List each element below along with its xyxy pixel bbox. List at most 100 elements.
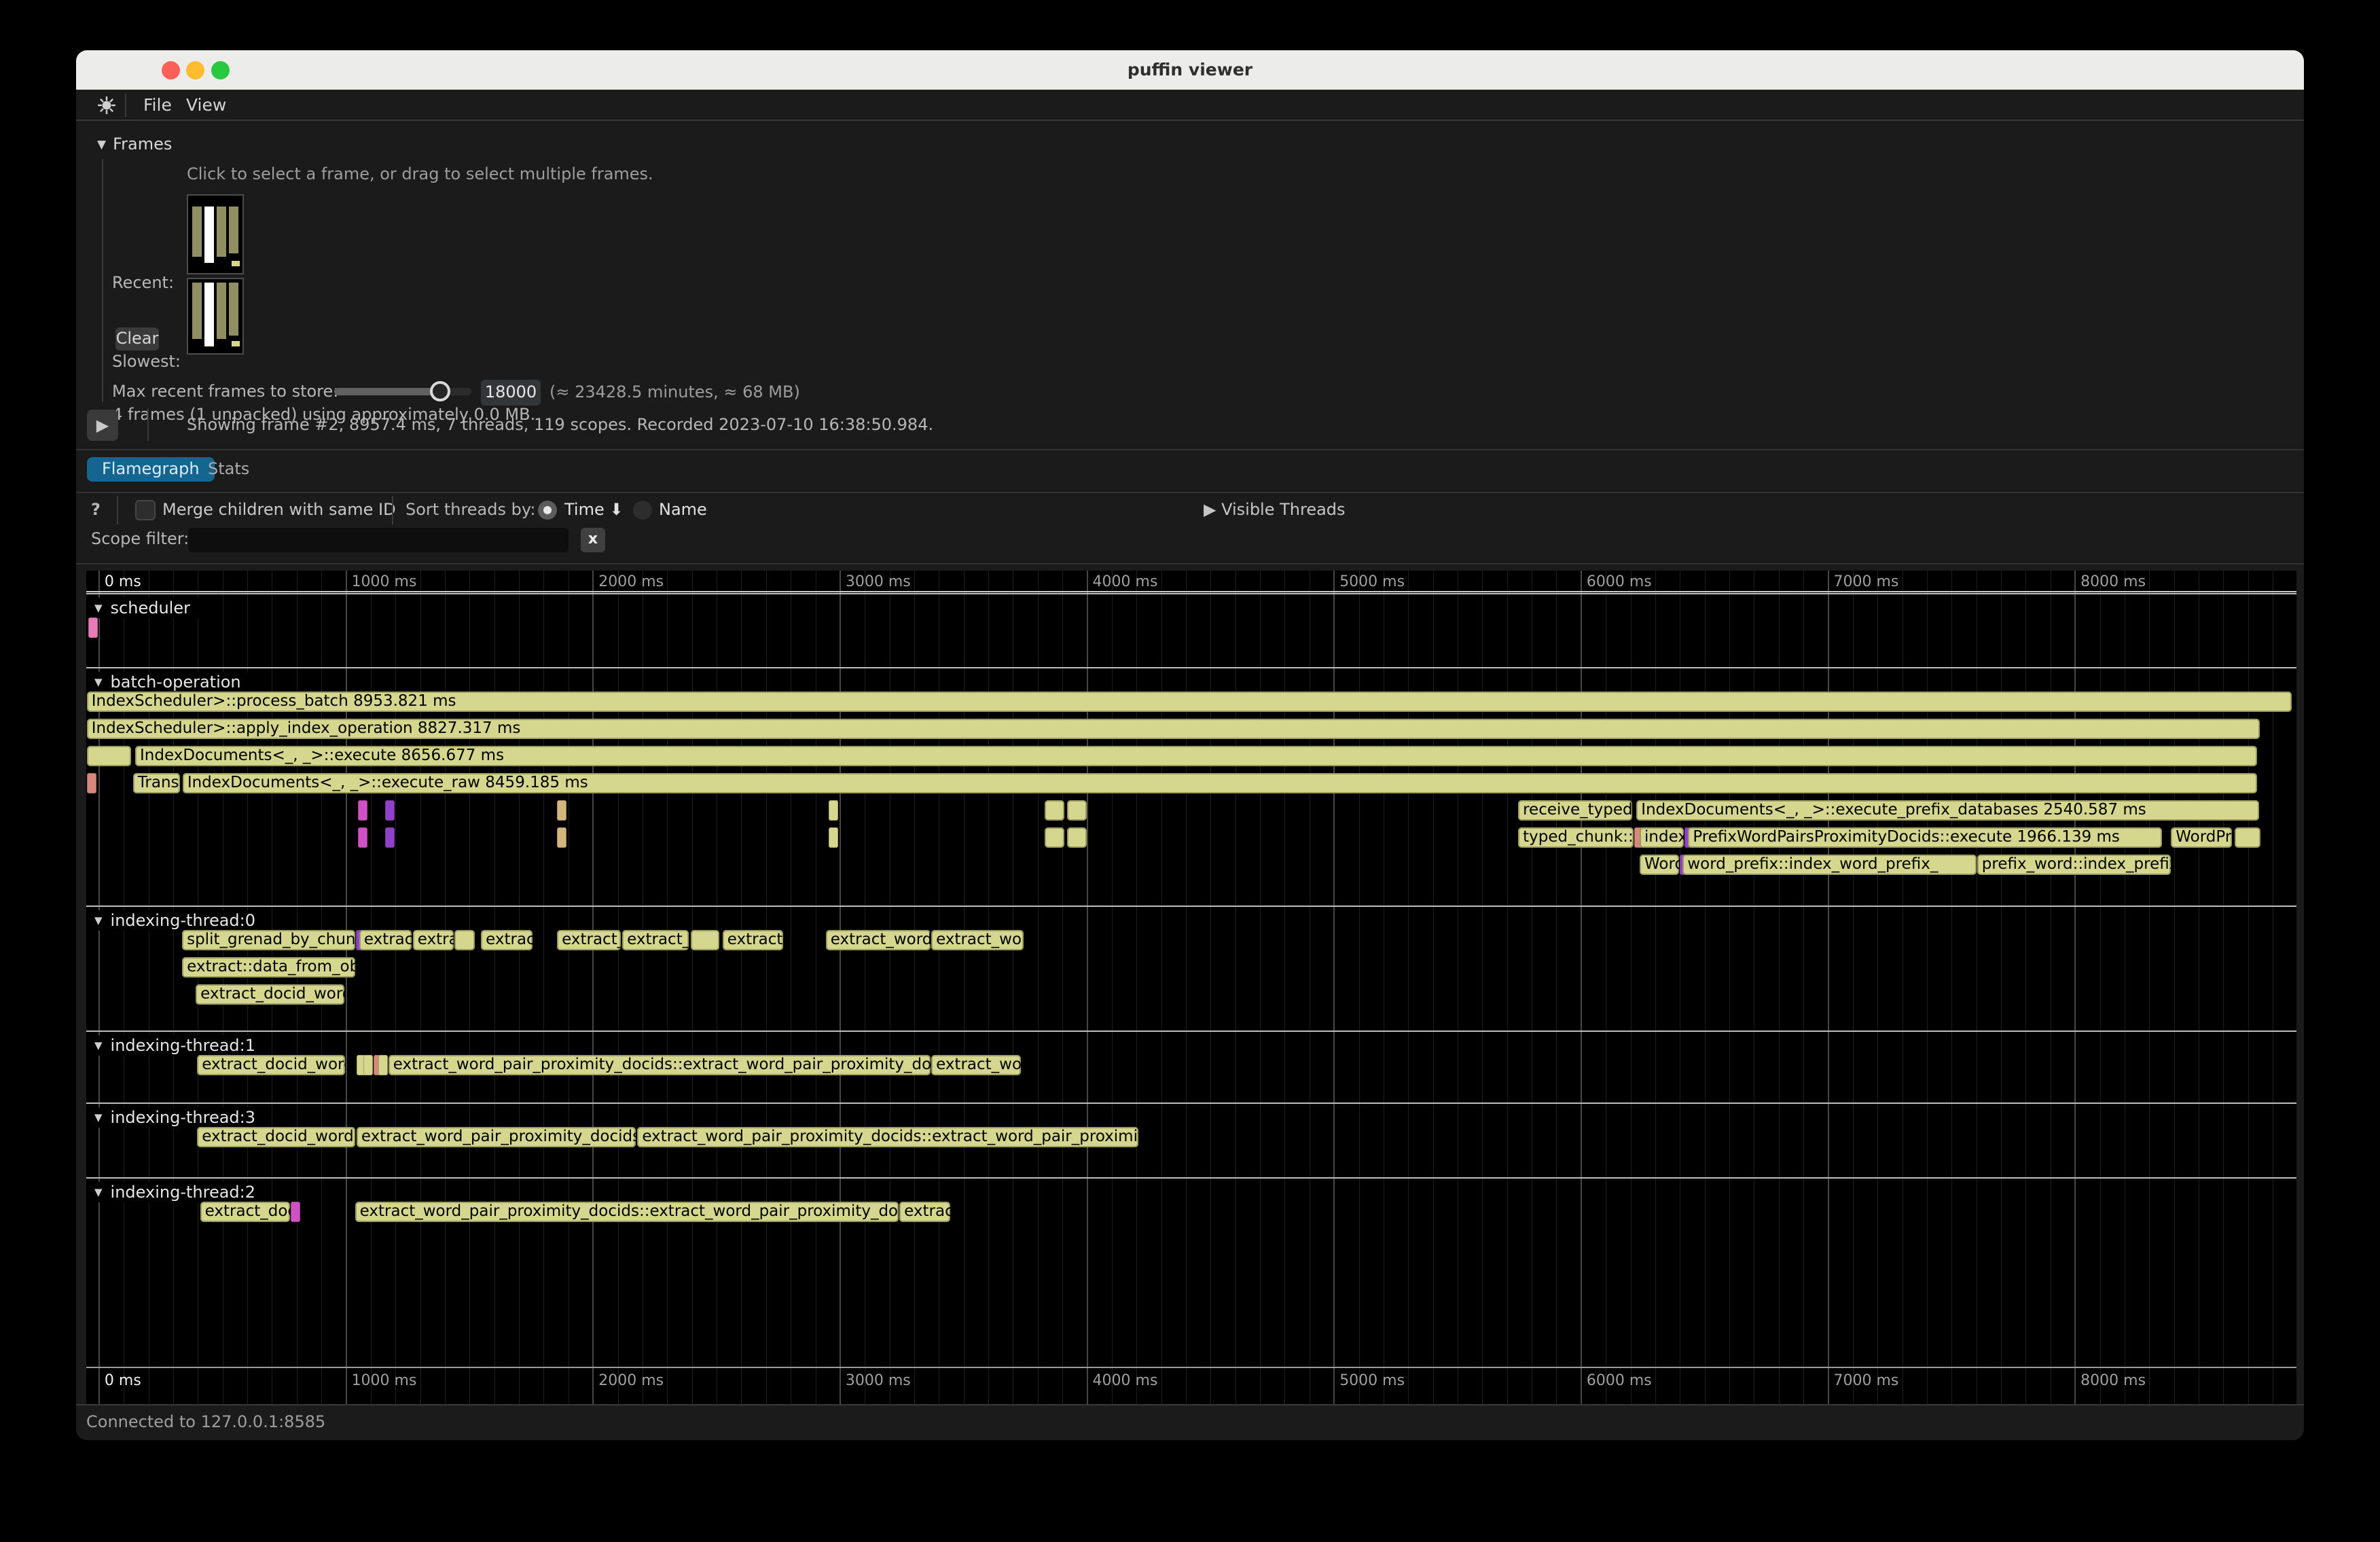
flame-bar[interactable]: extract_docid_word — [196, 984, 344, 1005]
frame-bar[interactable] — [204, 283, 214, 346]
frame-marker — [232, 341, 240, 346]
title-bar[interactable]: puffin viewer — [76, 50, 2304, 90]
thread-header-scheduler[interactable]: ▼scheduler — [89, 598, 201, 618]
flame-bar[interactable] — [363, 1055, 373, 1075]
flame-bar[interactable]: index — [1640, 827, 1684, 848]
flame-bar[interactable]: extract_ — [622, 930, 689, 950]
flame-bar[interactable]: extract — [359, 930, 412, 950]
flame-bar[interactable]: IndexScheduler>::apply_index_operation 8… — [87, 719, 2260, 739]
flame-bar[interactable]: extrac — [481, 930, 533, 950]
frame-bar[interactable] — [217, 283, 226, 339]
menu-view[interactable]: View — [186, 90, 226, 121]
clear-filter-button[interactable]: x — [581, 528, 605, 552]
sort-by-time-radio[interactable] — [538, 501, 557, 520]
slider-handle[interactable] — [430, 381, 450, 401]
flame-bar[interactable] — [454, 930, 475, 950]
help-button[interactable]: ? — [91, 500, 101, 519]
thread-header-indexing-thread-0[interactable]: ▼indexing-thread:0 — [89, 910, 266, 931]
flamegraph-canvas[interactable]: 0 ms0 ms1000 ms1000 ms2000 ms2000 ms3000… — [86, 571, 2296, 1404]
visible-threads-toggle[interactable]: ▶ Visible Threads — [1204, 500, 1346, 519]
flame-bar[interactable]: Word — [1640, 855, 1679, 875]
frame-bar[interactable] — [204, 207, 214, 263]
flame-bar[interactable]: IndexDocuments<_, _>::execute_prefix_dat… — [1636, 800, 2258, 821]
flame-bar[interactable] — [87, 746, 131, 766]
frame-bar[interactable] — [217, 207, 226, 257]
play-button[interactable]: ▶ — [87, 410, 118, 441]
flame-bar[interactable] — [1067, 800, 1087, 821]
flame-bar[interactable] — [557, 827, 566, 848]
sort-by-name-label[interactable]: Name — [659, 500, 707, 519]
flame-bar[interactable] — [2235, 827, 2260, 848]
tab-flamegraph[interactable]: Flamegraph — [87, 457, 215, 482]
scope-filter-input[interactable] — [188, 528, 569, 552]
axis-tick-label: 0 ms — [105, 573, 141, 590]
theme-toggle-sun-icon[interactable] — [97, 96, 116, 115]
flame-bar[interactable]: extra — [413, 930, 454, 950]
flame-bar[interactable]: split_grenad_by_chun — [182, 930, 355, 950]
flame-bar[interactable] — [385, 800, 395, 821]
collapse-triangle-icon: ▼ — [94, 1039, 103, 1052]
axis-tick-label: 8000 ms — [2080, 1372, 2146, 1389]
axis-tick-label: 4000 ms — [1093, 1372, 1158, 1389]
sort-by-time-label[interactable]: Time ⬇ — [564, 500, 623, 519]
flame-bar[interactable]: extract_word_pair_proximity_docids — [357, 1127, 636, 1147]
flame-bar[interactable]: extract_ — [557, 930, 621, 950]
frame-bar[interactable] — [192, 283, 202, 339]
flame-bar[interactable]: extract_docid_word — [197, 1055, 344, 1075]
flame-bar[interactable] — [291, 1202, 300, 1222]
sort-by-name-radio[interactable] — [633, 501, 652, 520]
menu-divider — [125, 94, 126, 117]
clear-button[interactable]: Clear — [115, 327, 159, 351]
max-frames-slider[interactable] — [334, 388, 471, 395]
flame-bar[interactable] — [1067, 827, 1087, 848]
flame-bar[interactable]: PrefixWordPairsProximityDocids::execute … — [1688, 827, 2161, 848]
flame-bar[interactable] — [691, 930, 719, 950]
frames-section-header[interactable]: ▼Frames — [97, 135, 172, 154]
thread-header-indexing-thread-1[interactable]: ▼indexing-thread:1 — [89, 1035, 266, 1056]
flame-bar[interactable]: receive_typed_ — [1518, 800, 1632, 821]
flame-bar[interactable]: IndexDocuments<_, _>::execute_raw 8459.1… — [183, 773, 2257, 793]
flame-bar[interactable] — [385, 827, 395, 848]
flame-bar[interactable]: typed_chunk::w — [1518, 827, 1634, 848]
flame-bar[interactable] — [557, 800, 566, 821]
flame-bar[interactable]: extract_docid_word — [197, 1127, 355, 1147]
flame-bar[interactable]: extract_word_pair_proximity_docids::extr… — [389, 1055, 931, 1075]
axis-tick-label: 0 ms — [105, 1372, 141, 1389]
frame-bar[interactable] — [229, 207, 238, 253]
merge-children-checkbox[interactable] — [135, 500, 156, 520]
flame-bar[interactable] — [1045, 827, 1064, 848]
flame-bar[interactable] — [378, 1055, 388, 1075]
flame-bar[interactable]: extract_wo — [931, 1055, 1021, 1075]
frame-bar[interactable] — [229, 283, 238, 336]
flame-bar[interactable]: IndexScheduler>::process_batch 8953.821 … — [87, 692, 2292, 712]
thread-header-indexing-thread-3[interactable]: ▼indexing-thread:3 — [89, 1107, 266, 1128]
flame-bar[interactable] — [829, 800, 838, 821]
thread-header-batch-operation[interactable]: ▼batch-operation — [89, 672, 252, 692]
flame-bar[interactable]: extract::data_from_ob — [182, 957, 355, 978]
flame-bar[interactable] — [358, 827, 367, 848]
flame-bar[interactable] — [1045, 800, 1064, 821]
flame-bar[interactable] — [829, 827, 838, 848]
frame-bar[interactable] — [192, 207, 202, 257]
flame-bar[interactable]: IndexDocuments<_, _>::execute 8656.677 m… — [135, 746, 2257, 766]
slowest-frames-thumbnail[interactable] — [187, 278, 244, 355]
flame-bar[interactable]: extrac — [899, 1202, 950, 1222]
tab-stats[interactable]: Stats — [208, 457, 249, 482]
flame-bar[interactable]: extract_word_pair_proximity_docids::extr… — [637, 1127, 1138, 1147]
flame-bar[interactable]: extract_word — [826, 930, 931, 950]
flame-bar[interactable]: extract_doc — [200, 1202, 290, 1222]
flame-bar[interactable]: Trans — [133, 773, 180, 793]
menu-file[interactable]: File — [143, 90, 172, 121]
flame-bar[interactable]: WordPr — [2171, 827, 2231, 848]
flame-bar[interactable]: prefix_word::index_prefix_wo — [1977, 855, 2171, 875]
recent-frames-thumbnail[interactable] — [187, 194, 244, 274]
flame-bar[interactable]: extract_wo — [931, 930, 1024, 950]
max-frames-value[interactable]: 18000 — [481, 380, 541, 406]
flame-bar[interactable]: extract_word_pair_proximity_docids::extr… — [355, 1202, 899, 1222]
flame-bar[interactable] — [88, 617, 98, 638]
thread-header-indexing-thread-2[interactable]: ▼indexing-thread:2 — [89, 1182, 266, 1202]
flame-bar[interactable]: word_prefix::index_word_prefix_ — [1682, 855, 1977, 875]
flame-bar[interactable]: extract — [723, 930, 783, 950]
flame-bar[interactable] — [358, 800, 367, 821]
flame-bar[interactable] — [87, 773, 96, 793]
